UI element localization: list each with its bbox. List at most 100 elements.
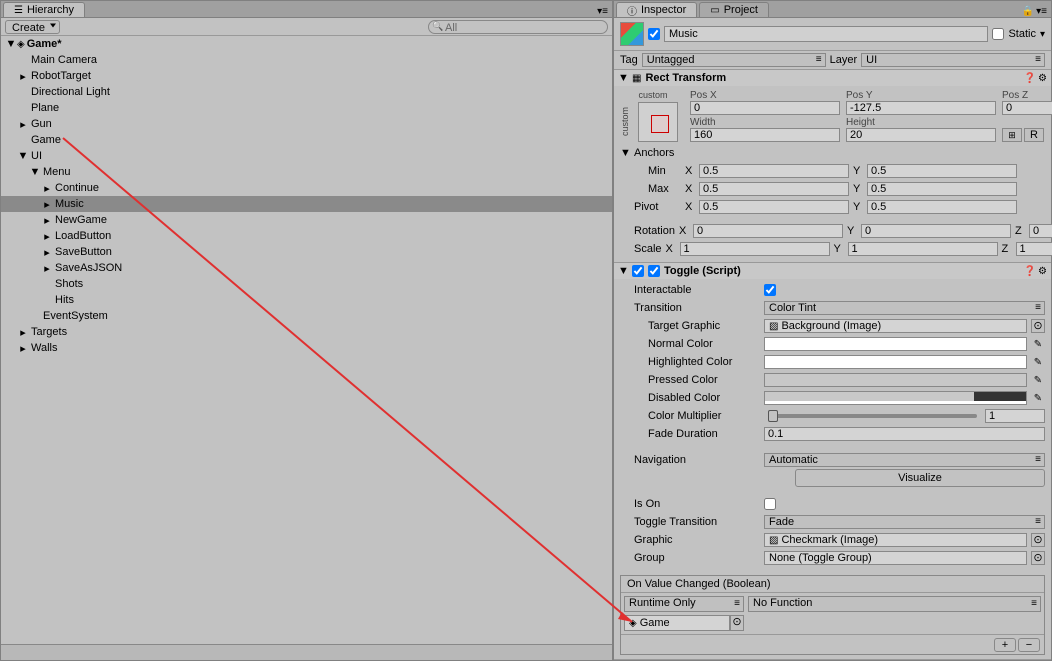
project-tab[interactable]: ▭ Project <box>699 2 769 17</box>
foldout-icon[interactable]: ▸ <box>17 342 29 355</box>
blueprint-button[interactable]: ⊞ <box>1002 128 1022 142</box>
foldout-icon[interactable]: ▸ <box>41 198 53 211</box>
scale-x-input[interactable] <box>680 242 830 256</box>
anchor-preset-button[interactable] <box>638 102 678 142</box>
rot-x-input[interactable] <box>693 224 843 238</box>
hierarchy-search[interactable]: All <box>428 20 608 34</box>
multiplier-slider[interactable] <box>768 414 977 418</box>
ison-checkbox[interactable] <box>764 498 776 510</box>
foldout-icon[interactable]: ▸ <box>17 70 29 83</box>
tree-item[interactable]: ▼UI <box>1 148 612 164</box>
anchor-min-y-input[interactable] <box>867 164 1017 178</box>
tree-item[interactable]: ▸Continue <box>1 180 612 196</box>
anchor-min-x-input[interactable] <box>699 164 849 178</box>
tree-root[interactable]: ▼ ◈ Game* <box>1 36 612 52</box>
fade-input[interactable] <box>764 427 1045 441</box>
raw-edit-button[interactable]: R <box>1024 128 1044 142</box>
gameobject-name-input[interactable] <box>664 26 988 42</box>
panel-menu-icon[interactable]: ▾≡ <box>597 6 608 17</box>
foldout-icon[interactable]: ▼ <box>618 265 628 277</box>
tree-item[interactable]: EventSystem <box>1 308 612 324</box>
interactable-checkbox[interactable] <box>764 284 776 296</box>
create-dropdown[interactable]: Create <box>5 20 60 34</box>
width-input[interactable] <box>690 128 840 142</box>
gear-icon[interactable]: ⚙ <box>1038 73 1047 84</box>
tree-item[interactable]: ▼Menu <box>1 164 612 180</box>
posy-input[interactable] <box>846 101 996 115</box>
tree-item[interactable]: ▸SaveAsJSON <box>1 260 612 276</box>
eyedropper-icon[interactable]: ✎ <box>1031 339 1045 350</box>
layer-dropdown[interactable]: UI <box>861 53 1045 67</box>
transition-dropdown[interactable]: Color Tint <box>764 301 1045 315</box>
highlighted-color-swatch[interactable] <box>764 355 1027 369</box>
scale-y-input[interactable] <box>848 242 998 256</box>
foldout-icon[interactable]: ▸ <box>41 246 53 259</box>
tree-item[interactable]: ▸Music <box>1 196 612 212</box>
group-field[interactable]: None (Toggle Group) <box>764 551 1027 565</box>
component-enabled-checkbox[interactable] <box>632 265 644 277</box>
foldout-icon[interactable]: ▸ <box>41 214 53 227</box>
hierarchy-tab[interactable]: ☰ Hierarchy <box>3 2 85 17</box>
event-function-dropdown[interactable]: No Function <box>748 596 1041 612</box>
pressed-color-swatch[interactable] <box>764 373 1027 387</box>
tree-item[interactable]: Directional Light <box>1 84 612 100</box>
tree-item[interactable]: ▸Gun <box>1 116 612 132</box>
foldout-icon[interactable]: ▼ <box>618 72 628 84</box>
eyedropper-icon[interactable]: ✎ <box>1031 393 1045 404</box>
scale-z-input[interactable] <box>1016 242 1052 256</box>
object-picker-button[interactable]: ⊙ <box>1031 551 1045 565</box>
object-picker-button[interactable]: ⊙ <box>1031 533 1045 547</box>
help-icon[interactable]: ❓ <box>1024 266 1036 277</box>
toggle-transition-dropdown[interactable]: Fade <box>764 515 1045 529</box>
foldout-icon[interactable]: ▼ <box>29 166 41 178</box>
tree-item[interactable]: Game <box>1 132 612 148</box>
foldout-icon[interactable]: ▸ <box>17 326 29 339</box>
panel-menu-icon[interactable]: ▾≡ <box>1036 6 1047 17</box>
foldout-icon[interactable]: ▼ <box>5 38 17 50</box>
tag-dropdown[interactable]: Untagged <box>642 53 826 67</box>
graphic-field[interactable]: ▨Checkmark (Image) <box>764 533 1027 547</box>
tree-item[interactable]: ▸NewGame <box>1 212 612 228</box>
target-graphic-field[interactable]: ▨Background (Image) <box>764 319 1027 333</box>
tree-item[interactable]: ▸SaveButton <box>1 244 612 260</box>
multiplier-input[interactable] <box>985 409 1045 423</box>
visualize-button[interactable]: Visualize <box>795 469 1045 487</box>
foldout-icon[interactable]: ▸ <box>41 182 53 195</box>
event-runtime-dropdown[interactable]: Runtime Only <box>624 596 744 612</box>
event-remove-button[interactable]: − <box>1018 638 1040 652</box>
tree-item[interactable]: Plane <box>1 100 612 116</box>
gear-icon[interactable]: ⚙ <box>1038 266 1047 277</box>
object-picker-button[interactable]: ⊙ <box>1031 319 1045 333</box>
static-checkbox[interactable] <box>992 28 1004 40</box>
foldout-icon[interactable]: ▸ <box>41 262 53 275</box>
inspector-tab[interactable]: ⓘ Inspector <box>616 2 697 17</box>
static-dropdown-icon[interactable]: ▾ <box>1040 29 1045 40</box>
tree-item[interactable]: Hits <box>1 292 612 308</box>
foldout-icon[interactable]: ▼ <box>17 150 29 162</box>
navigation-dropdown[interactable]: Automatic <box>764 453 1045 467</box>
tree-item[interactable]: ▸LoadButton <box>1 228 612 244</box>
gameobject-active-checkbox[interactable] <box>648 28 660 40</box>
rot-z-input[interactable] <box>1029 224 1052 238</box>
tree-item[interactable]: ▸RobotTarget <box>1 68 612 84</box>
disabled-color-swatch[interactable] <box>764 391 1027 405</box>
pivot-y-input[interactable] <box>867 200 1017 214</box>
height-input[interactable] <box>846 128 996 142</box>
posz-input[interactable] <box>1002 101 1052 115</box>
foldout-icon[interactable]: ▸ <box>41 230 53 243</box>
event-target-field[interactable]: ◈Game <box>624 615 730 631</box>
gameobject-icon[interactable] <box>620 22 644 46</box>
anchor-max-x-input[interactable] <box>699 182 849 196</box>
eyedropper-icon[interactable]: ✎ <box>1031 375 1045 386</box>
tree-item[interactable]: Shots <box>1 276 612 292</box>
foldout-icon[interactable]: ▼ <box>620 147 630 159</box>
tree-item[interactable]: ▸Targets <box>1 324 612 340</box>
pivot-x-input[interactable] <box>699 200 849 214</box>
eyedropper-icon[interactable]: ✎ <box>1031 357 1045 368</box>
posx-input[interactable] <box>690 101 840 115</box>
normal-color-swatch[interactable] <box>764 337 1027 351</box>
tree-item[interactable]: Main Camera <box>1 52 612 68</box>
foldout-icon[interactable]: ▸ <box>17 118 29 131</box>
tree-item[interactable]: ▸Walls <box>1 340 612 356</box>
anchor-max-y-input[interactable] <box>867 182 1017 196</box>
